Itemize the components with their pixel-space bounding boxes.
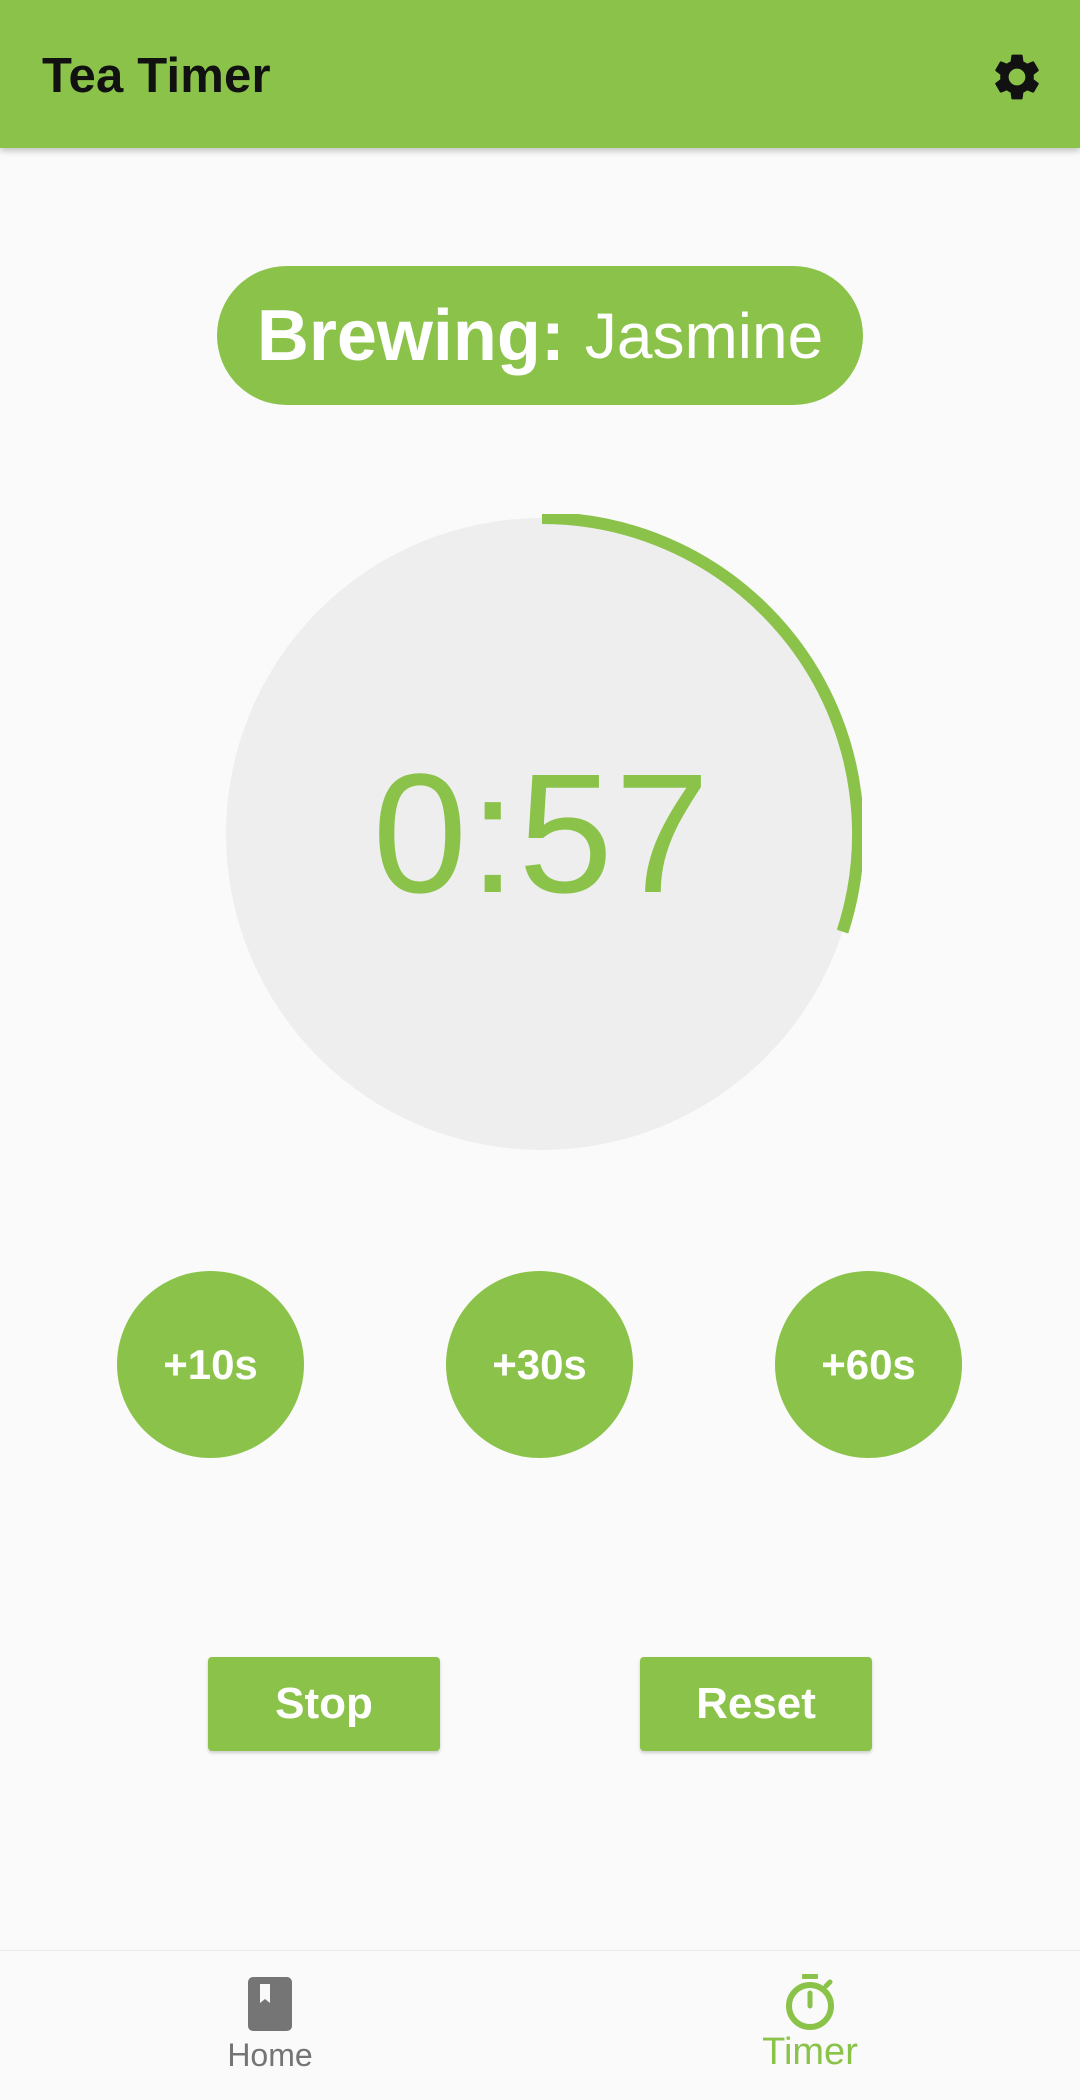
- brewing-label: Brewing:: [256, 295, 565, 376]
- reset-button[interactable]: Reset: [640, 1657, 872, 1751]
- nav-label-home: Home: [227, 2037, 313, 2073]
- app-title: Tea Timer: [42, 49, 271, 103]
- tea-name: Jasmine: [584, 299, 824, 372]
- add-30s-button[interactable]: +30s: [446, 1271, 633, 1458]
- timer-display: 0:57: [372, 739, 712, 929]
- settings-button[interactable]: [984, 44, 1050, 110]
- stop-button[interactable]: Stop: [208, 1657, 440, 1751]
- app-bar: Tea Timer: [0, 0, 1080, 148]
- nav-item-timer[interactable]: Timer: [660, 1951, 960, 2100]
- brewing-status-pill: Brewing: Jasmine: [217, 266, 863, 405]
- bottom-navigation: Home Timer: [0, 1950, 1080, 2100]
- stopwatch-icon: [660, 1973, 960, 2031]
- timer-circle: 0:57: [222, 514, 862, 1154]
- book-icon: [120, 1976, 420, 2032]
- nav-item-home[interactable]: Home: [120, 1951, 420, 2100]
- add-60s-button[interactable]: +60s: [775, 1271, 962, 1458]
- nav-label-timer: Timer: [762, 2031, 858, 2073]
- gear-icon: [995, 54, 1039, 100]
- add-10s-button[interactable]: +10s: [117, 1271, 304, 1458]
